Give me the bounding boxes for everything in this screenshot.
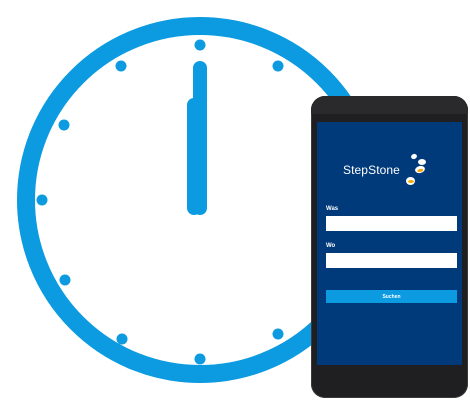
marker-8 — [59, 274, 71, 286]
marker-5 — [272, 328, 284, 340]
marker-12 — [194, 39, 206, 51]
search-button[interactable]: Suchen — [326, 290, 457, 303]
brand-name: StepStone — [343, 163, 400, 177]
what-input[interactable] — [326, 216, 457, 231]
logo-stone-icon — [406, 177, 415, 185]
marker-1 — [272, 60, 284, 72]
marker-6 — [194, 353, 206, 365]
what-label: Was — [326, 206, 339, 212]
marker-10 — [58, 119, 70, 131]
logo-stone-icon — [410, 153, 418, 160]
phone-top-edge — [311, 96, 468, 114]
logo-stone-icon — [418, 159, 426, 165]
where-input[interactable] — [326, 253, 457, 268]
marker-7 — [116, 333, 128, 345]
where-label: Wo — [326, 243, 336, 249]
phone-screen: StepStone Was Wo Suchen — [317, 122, 462, 365]
logo-stone-icon — [414, 164, 426, 175]
marker-9 — [36, 194, 48, 206]
smartphone: StepStone Was Wo Suchen — [311, 96, 468, 398]
stepstone-logo: StepStone — [331, 152, 456, 198]
marker-11 — [115, 60, 127, 72]
